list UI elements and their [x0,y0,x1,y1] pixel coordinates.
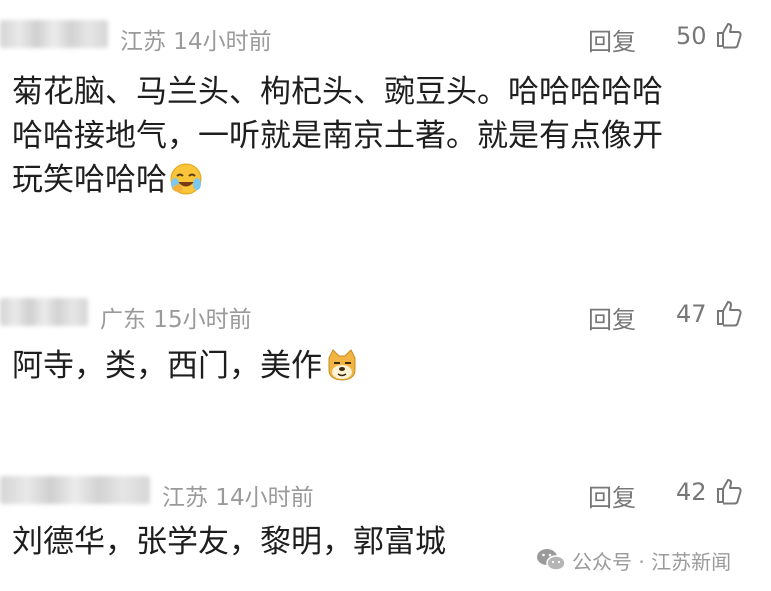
like-count: 47 [676,300,707,328]
thumbs-up-icon[interactable] [714,476,744,506]
comment-line: 哈哈接地气，一听就是南京土著。就是有点像开 [12,118,663,154]
comment-line: 玩笑哈哈哈 [12,158,663,208]
reply-button[interactable]: 回复 [588,300,636,335]
laughing-crying-face-icon [169,162,203,208]
comment-line: 刘德华，张学友，黎明，郭富城 [12,524,446,560]
watermark: 公众号 · 江苏新闻 [536,545,731,575]
comment-line: 阿寺，类，西门，美作 [12,344,360,394]
comment-region-time: 江苏 14小时前 [120,29,272,55]
wechat-icon [537,549,566,571]
watermark-text: 公众号 · 江苏新闻 [572,549,732,574]
reply-button[interactable]: 回复 [588,22,636,57]
like-count: 42 [676,478,707,506]
blurred-username[interactable] [0,20,108,48]
comment-meta: 广东 15小时前 回复 47 [0,288,771,334]
comment-text: 菊花脑、马兰头、枸杞头、豌豆头。哈哈哈哈哈 哈哈接地气，一听就是南京土著。就是有… [12,70,663,208]
comment-line: 菊花脑、马兰头、枸杞头、豌豆头。哈哈哈哈哈 [12,74,663,110]
comment-text: 刘德华，张学友，黎明，郭富城 [12,520,446,564]
comment-region-time: 江苏 14小时前 [162,485,314,511]
blurred-username[interactable] [0,476,150,504]
blurred-username[interactable] [0,298,88,326]
doge-face-icon [324,348,360,394]
comment-meta: 江苏 14小时前 回复 42 [0,466,771,512]
like-count: 50 [676,22,707,50]
comment-meta: 江苏 14小时前 回复 50 [0,10,771,56]
thumbs-up-icon[interactable] [714,20,744,50]
thumbs-up-icon[interactable] [714,298,744,328]
reply-button[interactable]: 回复 [588,478,636,513]
comment-line-text: 阿寺，类，西门，美作 [12,348,322,384]
comment-text: 阿寺，类，西门，美作 [12,344,360,394]
comment-region-time: 广东 15小时前 [100,307,252,333]
comment-line-text: 玩笑哈哈哈 [12,162,167,198]
